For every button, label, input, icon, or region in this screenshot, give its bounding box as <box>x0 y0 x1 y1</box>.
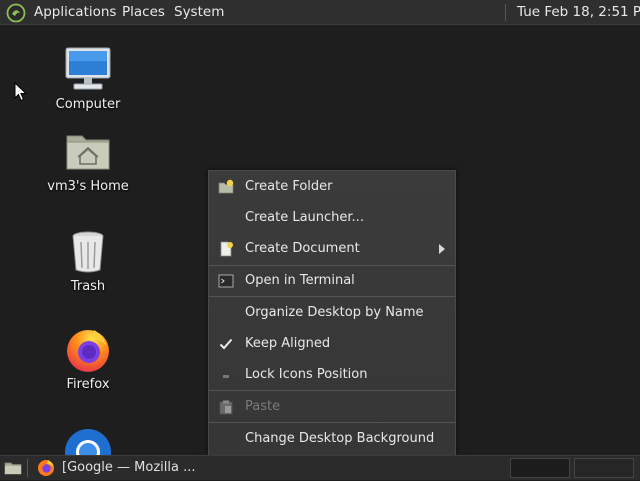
new-folder-icon <box>218 179 234 195</box>
taskbar-separator <box>27 459 28 477</box>
desktop-icon-computer[interactable]: Computer <box>33 46 143 112</box>
menu-separator <box>209 422 455 423</box>
workspace-1[interactable] <box>510 458 570 478</box>
taskbar-button-label: [Google — Mozilla ... <box>62 460 196 475</box>
menu-item-create-folder[interactable]: Create Folder <box>209 174 455 200</box>
submenu-arrow-icon <box>439 244 445 254</box>
menu-separator <box>209 296 455 297</box>
chromium-icon <box>64 428 112 455</box>
menu-item-open-terminal[interactable]: Open in Terminal <box>209 268 455 294</box>
new-document-icon <box>218 241 234 257</box>
mouse-pointer-icon <box>14 81 28 102</box>
menu-separator <box>209 390 455 391</box>
menu-item-label: Paste <box>245 399 281 414</box>
bottom-panel: [Google — Mozilla ... <box>0 455 640 480</box>
menu-item-label: Lock Icons Position <box>245 367 368 382</box>
menu-separator <box>209 265 455 266</box>
firefox-icon <box>64 326 112 374</box>
desktop-icon-chromium[interactable] <box>33 428 143 455</box>
show-desktop-icon[interactable] <box>3 459 23 477</box>
applications-menu[interactable]: Applications <box>34 4 116 20</box>
menu-item-paste[interactable]: Paste <box>209 394 455 420</box>
trash-icon <box>64 228 112 276</box>
menu-item-keep-aligned[interactable]: Keep Aligned <box>209 331 455 357</box>
paste-icon <box>218 399 234 415</box>
menu-item-label: Create Folder <box>245 179 333 194</box>
clock[interactable]: Tue Feb 18, 2:51 PM <box>517 4 640 20</box>
taskbar-button-firefox[interactable]: [Google — Mozilla ... <box>33 457 199 479</box>
firefox-icon <box>37 459 55 477</box>
desktop-context-menu: Create Folder Create Launcher... Create … <box>208 170 456 456</box>
menu-item-create-document[interactable]: Create Document <box>209 236 455 262</box>
places-menu[interactable]: Places <box>122 4 165 20</box>
desktop-icon-home[interactable]: vm3's Home <box>33 128 143 194</box>
terminal-icon <box>218 273 234 289</box>
menu-item-label: Create Document <box>245 241 360 256</box>
desktop-icon-label: Trash <box>70 279 106 294</box>
menu-item-label: Create Launcher... <box>245 210 364 225</box>
menu-item-lock-icons[interactable]: Lock Icons Position <box>209 362 455 388</box>
lock-icon <box>218 367 234 383</box>
desktop-icon-label: vm3's Home <box>47 179 129 194</box>
home-folder-icon <box>64 128 112 176</box>
top-panel: Applications Places System Tue Feb 18, 2… <box>0 0 640 25</box>
menu-item-create-launcher[interactable]: Create Launcher... <box>209 205 455 231</box>
desktop-icon-label: Firefox <box>66 377 110 392</box>
desktop-icon-firefox[interactable]: Firefox <box>33 326 143 392</box>
workspace-2[interactable] <box>574 458 634 478</box>
desktop-icon-trash[interactable]: Trash <box>33 228 143 294</box>
menu-item-organize-by-name[interactable]: Organize Desktop by Name <box>209 300 455 326</box>
monitor-icon <box>64 46 112 94</box>
menu-item-label: Keep Aligned <box>245 336 331 351</box>
menu-item-label: Organize Desktop by Name <box>245 305 424 320</box>
clock-separator <box>505 4 506 21</box>
system-menu[interactable]: System <box>174 4 224 20</box>
menu-item-change-background[interactable]: Change Desktop Background <box>209 426 455 452</box>
desktop-icon-label: Computer <box>55 97 121 112</box>
mate-logo-icon[interactable] <box>6 3 26 23</box>
checkmark-icon <box>218 336 234 352</box>
menu-item-label: Open in Terminal <box>245 273 355 288</box>
menu-item-label: Change Desktop Background <box>245 431 435 446</box>
